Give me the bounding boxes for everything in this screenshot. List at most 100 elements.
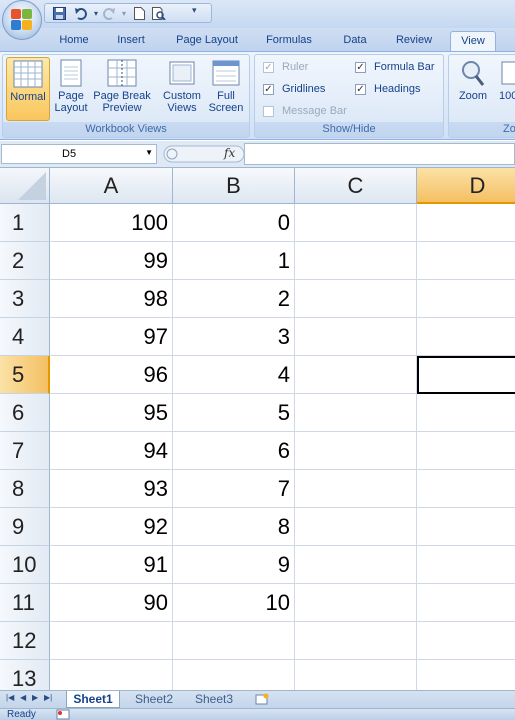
active-cell-d5[interactable] (417, 356, 515, 394)
cell-c2[interactable] (295, 242, 417, 280)
sheet-tab-sheet2[interactable]: Sheet2 (128, 691, 180, 708)
sheet-tab-sheet1[interactable]: Sheet1 (66, 691, 120, 708)
undo-icon[interactable] (73, 6, 89, 21)
row-header[interactable]: 7 (0, 432, 50, 470)
insert-sheet-button[interactable] (248, 691, 276, 708)
cell-a1[interactable]: 100 (50, 204, 173, 242)
tab-page-layout[interactable]: Page Layout (168, 31, 246, 51)
cell-b12[interactable] (173, 622, 295, 660)
formula-input[interactable] (244, 143, 515, 165)
cell-c8[interactable] (295, 470, 417, 508)
page-break-preview-button[interactable]: Page Break Preview (91, 57, 153, 121)
column-header-c[interactable]: C (295, 168, 417, 204)
last-sheet-icon[interactable]: ▶| (44, 693, 52, 702)
cell-c7[interactable] (295, 432, 417, 470)
redo-icon[interactable] (101, 6, 117, 21)
cell-c11[interactable] (295, 584, 417, 622)
cell-a11[interactable]: 90 (50, 584, 173, 622)
cell-c12[interactable] (295, 622, 417, 660)
tab-data[interactable]: Data (334, 31, 376, 51)
redo-dropdown-icon[interactable]: ▾ (116, 6, 132, 21)
row-header[interactable]: 1 (0, 204, 50, 242)
cell-b1[interactable]: 0 (173, 204, 295, 242)
row-header[interactable]: 5 (0, 356, 50, 394)
row-header[interactable]: 12 (0, 622, 50, 660)
cell-c3[interactable] (295, 280, 417, 318)
cell-b2[interactable]: 1 (173, 242, 295, 280)
cell-a9[interactable]: 92 (50, 508, 173, 546)
cell-c13[interactable] (295, 660, 417, 690)
page-layout-view-button[interactable]: Page Layout (53, 57, 89, 121)
row-header[interactable]: 2 (0, 242, 50, 280)
select-all-button[interactable] (0, 168, 50, 204)
normal-view-button[interactable]: Normal (6, 57, 50, 121)
cell-b8[interactable]: 7 (173, 470, 295, 508)
name-box[interactable]: D5 ▼ (1, 144, 157, 164)
row-header[interactable]: 4 (0, 318, 50, 356)
cell-d8[interactable] (417, 470, 515, 508)
cell-c1[interactable] (295, 204, 417, 242)
cell-c5[interactable] (295, 356, 417, 394)
zoom-100-button[interactable]: 100 (499, 57, 515, 121)
sheet-tab-sheet3[interactable]: Sheet3 (188, 691, 240, 708)
ruler-checkbox[interactable]: ✓ Ruler (263, 59, 308, 75)
cell-a3[interactable]: 98 (50, 280, 173, 318)
office-button[interactable] (2, 0, 42, 40)
prev-sheet-icon[interactable]: ◀ (20, 693, 26, 702)
cell-d11[interactable] (417, 584, 515, 622)
column-header-b[interactable]: B (173, 168, 295, 204)
cell-d7[interactable] (417, 432, 515, 470)
cell-d6[interactable] (417, 394, 515, 432)
headings-checkbox[interactable]: ✓ Headings (355, 81, 420, 97)
cell-c6[interactable] (295, 394, 417, 432)
formula-bar-checkbox[interactable]: ✓ Formula Bar (355, 59, 435, 75)
cell-d2[interactable] (417, 242, 515, 280)
cell-b6[interactable]: 5 (173, 394, 295, 432)
cell-a7[interactable]: 94 (50, 432, 173, 470)
row-header[interactable]: 6 (0, 394, 50, 432)
macro-record-icon[interactable] (56, 709, 70, 720)
save-icon[interactable] (51, 6, 67, 21)
cell-b4[interactable]: 3 (173, 318, 295, 356)
row-header[interactable]: 9 (0, 508, 50, 546)
row-header[interactable]: 11 (0, 584, 50, 622)
cell-d1[interactable] (417, 204, 515, 242)
cell-a6[interactable]: 95 (50, 394, 173, 432)
cell-a4[interactable]: 97 (50, 318, 173, 356)
cell-c9[interactable] (295, 508, 417, 546)
cell-c4[interactable] (295, 318, 417, 356)
cell-d10[interactable] (417, 546, 515, 584)
cell-d9[interactable] (417, 508, 515, 546)
row-header[interactable]: 8 (0, 470, 50, 508)
cell-b10[interactable]: 9 (173, 546, 295, 584)
cell-d3[interactable] (417, 280, 515, 318)
next-sheet-icon[interactable]: ▶ (32, 693, 38, 702)
print-preview-icon[interactable] (151, 6, 167, 21)
gridlines-checkbox[interactable]: ✓ Gridlines (263, 81, 325, 97)
customize-qat-icon[interactable]: ▾ (192, 5, 197, 16)
column-header-d[interactable]: D (417, 168, 515, 204)
row-header[interactable]: 10 (0, 546, 50, 584)
cell-a10[interactable]: 91 (50, 546, 173, 584)
cell-d12[interactable] (417, 622, 515, 660)
zoom-button[interactable]: Zoom (453, 57, 493, 121)
cell-a5[interactable]: 96 (50, 356, 173, 394)
message-bar-checkbox[interactable]: Message Bar (263, 103, 347, 119)
cell-d13[interactable] (417, 660, 515, 690)
name-box-dropdown-icon[interactable]: ▼ (145, 148, 153, 157)
cell-c10[interactable] (295, 546, 417, 584)
cell-a8[interactable]: 93 (50, 470, 173, 508)
insert-function-button[interactable]: fx (224, 146, 235, 160)
tab-formulas[interactable]: Formulas (258, 31, 320, 51)
full-screen-button[interactable]: Full Screen (206, 57, 246, 121)
tab-insert[interactable]: Insert (108, 31, 154, 51)
cell-d4[interactable] (417, 318, 515, 356)
cell-b11[interactable]: 10 (173, 584, 295, 622)
new-icon[interactable] (131, 6, 147, 21)
cell-b7[interactable]: 6 (173, 432, 295, 470)
cell-b5[interactable]: 4 (173, 356, 295, 394)
cell-b3[interactable]: 2 (173, 280, 295, 318)
first-sheet-icon[interactable]: |◀ (6, 693, 14, 702)
column-header-a[interactable]: A (50, 168, 173, 204)
cell-a2[interactable]: 99 (50, 242, 173, 280)
